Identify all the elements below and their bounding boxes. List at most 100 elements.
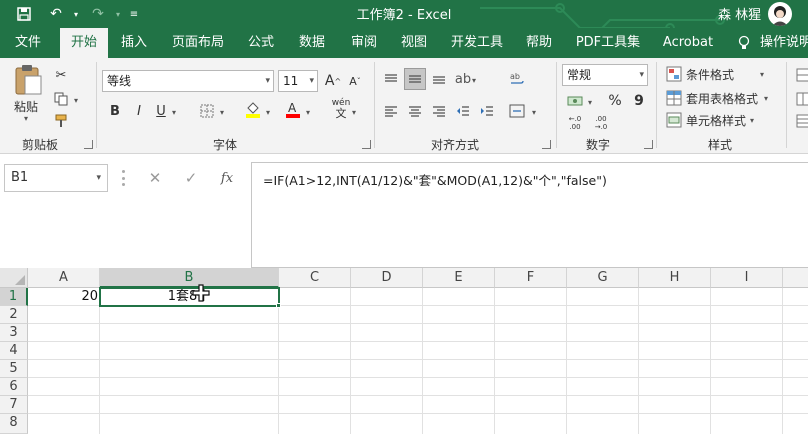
phonetic-dropdown-icon[interactable]: ▾	[352, 108, 356, 117]
decrease-decimal-icon[interactable]: .00 →.0	[590, 112, 612, 134]
fill-color-icon[interactable]	[242, 98, 264, 120]
align-left-icon[interactable]	[380, 100, 402, 122]
borders-dropdown-icon[interactable]: ▾	[220, 108, 224, 117]
font-size-combo[interactable]: 11 ▾	[278, 70, 318, 92]
font-color-dropdown-icon[interactable]: ▾	[306, 108, 310, 117]
tab-formulas[interactable]: 公式	[240, 28, 282, 58]
currency-dropdown-icon[interactable]: ▾	[588, 98, 592, 107]
tab-developer[interactable]: 开发工具	[444, 28, 510, 58]
italic-button[interactable]: I	[128, 100, 150, 122]
select-all-button[interactable]	[0, 268, 28, 288]
tab-view[interactable]: 视图	[392, 28, 436, 58]
insert-function-icon[interactable]: fx	[209, 171, 245, 186]
underline-dropdown-icon[interactable]: ▾	[172, 108, 176, 117]
conditional-formatting-button[interactable]: 条件格式 ▾	[666, 64, 776, 84]
column-header-b[interactable]: B	[100, 268, 279, 288]
clipboard-launcher-icon[interactable]	[84, 140, 93, 149]
column-header-f[interactable]: F	[495, 268, 567, 288]
tab-data[interactable]: 数据	[290, 28, 334, 58]
tab-review[interactable]: 审阅	[342, 28, 386, 58]
cut-icon[interactable]: ✂	[50, 64, 72, 86]
tab-pdf-tools[interactable]: PDF工具集	[570, 28, 646, 58]
phonetic-guide-icon[interactable]: wén 文	[330, 98, 352, 120]
font-launcher-icon[interactable]	[362, 140, 371, 149]
fill-color-dropdown-icon[interactable]: ▾	[266, 108, 270, 117]
avatar[interactable]	[768, 2, 792, 26]
comma-style-button[interactable]: 9	[628, 90, 650, 112]
ribbon-tabs: 文件 开始 插入 页面布局 公式 数据 审阅 视图 开发工具 帮助 PDF工具集…	[0, 28, 808, 58]
wrap-text-icon[interactable]: ab	[506, 68, 528, 90]
align-right-icon[interactable]	[428, 100, 450, 122]
insert-cells-icon[interactable]	[792, 64, 808, 86]
alignment-launcher-icon[interactable]	[542, 140, 551, 149]
gridline	[28, 323, 808, 324]
copy-icon[interactable]	[50, 88, 72, 110]
align-top-icon[interactable]	[380, 68, 402, 90]
formula-input[interactable]: =IF(A1>12,INT(A1/12)&"套"&MOD(A1,12)&"个",…	[251, 162, 808, 268]
merge-center-icon[interactable]	[506, 100, 528, 122]
font-name-combo[interactable]: 等线 ▾	[102, 70, 274, 92]
row-header-7[interactable]: 7	[0, 396, 28, 414]
borders-icon[interactable]	[196, 100, 218, 122]
percent-button[interactable]: %	[604, 90, 626, 112]
align-center-icon[interactable]	[404, 100, 426, 122]
row-header-8[interactable]: 8	[0, 414, 28, 434]
increase-indent-icon[interactable]	[476, 100, 498, 122]
enter-icon[interactable]: ✓	[173, 169, 209, 187]
merge-dropdown-icon[interactable]: ▾	[532, 108, 536, 117]
cancel-icon[interactable]: ✕	[137, 169, 173, 187]
chevron-down-icon: ▾	[265, 76, 270, 86]
currency-icon[interactable]	[564, 90, 586, 112]
font-color-icon[interactable]: A	[282, 98, 304, 120]
lightbulb-icon[interactable]	[736, 28, 752, 58]
align-middle-icon[interactable]	[404, 68, 426, 90]
name-box[interactable]: B1 ▾	[4, 164, 108, 192]
tab-file[interactable]: 文件	[4, 28, 52, 58]
user-name[interactable]: 森 林猩	[718, 4, 761, 23]
fill-handle[interactable]	[276, 303, 281, 308]
column-header-e[interactable]: E	[423, 268, 495, 288]
tab-home[interactable]: 开始	[60, 28, 108, 58]
column-header-a[interactable]: A	[28, 268, 100, 288]
tab-help[interactable]: 帮助	[518, 28, 560, 58]
column-header-c[interactable]: C	[279, 268, 351, 288]
orientation-dropdown-icon[interactable]: ▾	[472, 76, 476, 85]
row-header-4[interactable]: 4	[0, 342, 28, 360]
column-header-h[interactable]: H	[639, 268, 711, 288]
number-format-combo[interactable]: 常规 ▾	[562, 64, 648, 86]
row-header-5[interactable]: 5	[0, 360, 28, 378]
row-header-1[interactable]: 1	[0, 288, 28, 306]
column-header-i[interactable]: I	[711, 268, 783, 288]
row-header-6[interactable]: 6	[0, 378, 28, 396]
cell-styles-label: 单元格样式	[686, 114, 747, 128]
paste-dropdown-icon[interactable]: ▾	[24, 114, 28, 123]
format-painter-icon[interactable]	[50, 110, 72, 132]
row-header-2[interactable]: 2	[0, 306, 28, 324]
align-bottom-icon[interactable]	[428, 68, 450, 90]
row-header-3[interactable]: 3	[0, 324, 28, 342]
increase-decimal-icon[interactable]: ←.0.00	[564, 112, 586, 134]
grow-font-button[interactable]: A ^	[322, 70, 344, 92]
cell-styles-icon	[666, 112, 682, 128]
delete-cells-icon[interactable]	[792, 88, 808, 110]
shrink-font-button[interactable]: Aˇ	[344, 70, 366, 92]
cell-a1[interactable]: 20	[28, 288, 98, 306]
underline-button[interactable]: U	[150, 100, 172, 122]
copy-dropdown-icon[interactable]: ▾	[74, 96, 78, 105]
column-header-j[interactable]	[783, 268, 808, 288]
format-as-table-button[interactable]: 套用表格格式 ▾	[666, 88, 786, 108]
number-launcher-icon[interactable]	[644, 140, 653, 149]
column-header-d[interactable]: D	[351, 268, 423, 288]
splitter-handle[interactable]	[122, 170, 125, 186]
paste-button[interactable]: 粘贴 ▾	[10, 64, 46, 123]
tab-page-layout[interactable]: 页面布局	[164, 28, 232, 58]
column-header-g[interactable]: G	[567, 268, 639, 288]
tab-acrobat[interactable]: Acrobat	[656, 28, 720, 58]
decrease-indent-icon[interactable]	[452, 100, 474, 122]
format-cells-icon[interactable]	[792, 110, 808, 132]
tab-tell-me[interactable]: 操作说明	[760, 28, 808, 58]
orientation-icon[interactable]: ab	[452, 68, 474, 90]
cell-styles-button[interactable]: 单元格样式 ▾	[666, 110, 776, 130]
tab-insert[interactable]: 插入	[112, 28, 156, 58]
bold-button[interactable]: B	[104, 100, 126, 122]
